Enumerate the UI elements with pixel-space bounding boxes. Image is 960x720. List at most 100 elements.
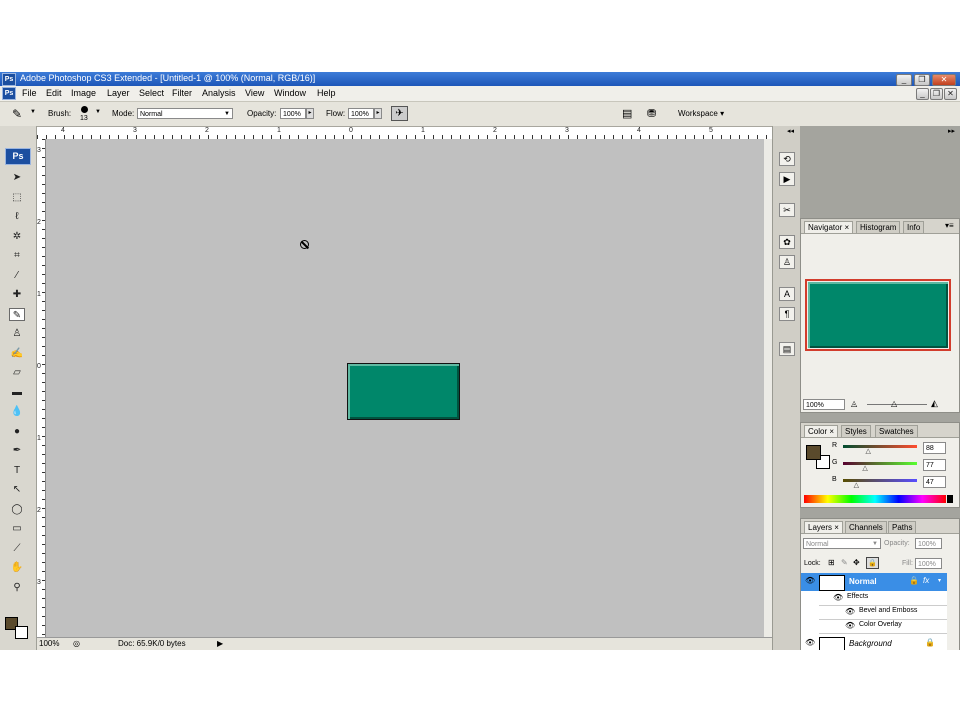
overlay-eye-icon[interactable]: 👁 (845, 621, 855, 630)
menu-select[interactable]: Select (139, 88, 164, 98)
menu-layer[interactable]: Layer (107, 88, 130, 98)
close-button[interactable]: ✕ (932, 74, 956, 86)
background-eye-icon[interactable]: 👁 (805, 638, 815, 647)
menu-image[interactable]: Image (71, 88, 96, 98)
bevel-emboss-row[interactable]: 👁 Bevel and Emboss (819, 605, 947, 620)
shape-tool-icon[interactable]: ◯ (9, 503, 25, 516)
green-rectangle-shape[interactable] (347, 363, 460, 420)
type-tool-icon[interactable]: T (9, 464, 25, 477)
opacity-field[interactable]: 100% (280, 108, 306, 119)
tab-info[interactable]: Info (903, 221, 925, 233)
status-menu-arrow-icon[interactable]: ▶ (217, 639, 223, 648)
healing-brush-tool-icon[interactable]: ✚ (9, 288, 25, 301)
zoom-level[interactable]: 100% (39, 639, 59, 648)
zoom-in-icon[interactable]: ◭ (931, 398, 938, 409)
airbrush-toggle-icon[interactable]: ✈ (391, 106, 408, 121)
b-value-field[interactable]: 47 (923, 476, 946, 488)
effects-eye-icon[interactable]: 👁 (833, 593, 843, 602)
layer-name[interactable]: Normal (849, 577, 877, 586)
layer-opacity-field[interactable]: 100% (915, 538, 942, 549)
document-icon[interactable]: Ps (2, 87, 16, 100)
menu-view[interactable]: View (245, 88, 264, 98)
ruler-vertical[interactable]: 3 2 1 0 1 2 3 (37, 139, 46, 637)
maximize-button[interactable]: ❐ (914, 74, 930, 86)
effects-row[interactable]: 👁 Effects (819, 591, 947, 606)
flow-slider-button[interactable]: ▸ (374, 108, 382, 119)
lock-all-icon[interactable]: 🔒 (866, 557, 879, 569)
b-slider-handle[interactable]: △ (854, 481, 859, 489)
clone-stamp-tool-icon[interactable]: ♙ (9, 327, 25, 340)
gradient-tool-icon[interactable]: ▬ (9, 386, 25, 399)
crop-tool-icon[interactable]: ⌗ (9, 249, 25, 262)
fx-icon[interactable]: fx (923, 576, 929, 585)
visibility-eye-icon[interactable]: 👁 (805, 576, 815, 585)
menu-analysis[interactable]: Analysis (202, 88, 236, 98)
color-fg-swatch[interactable] (806, 445, 821, 460)
menu-help[interactable]: Help (317, 88, 336, 98)
r-slider-track[interactable] (843, 445, 917, 448)
tab-navigator[interactable]: Navigator × (804, 221, 854, 233)
color-spectrum-bar[interactable] (804, 495, 946, 503)
layer-row-background[interactable]: 👁 Background 🔒 (801, 635, 947, 650)
lock-position-icon[interactable]: ✥ (853, 558, 860, 567)
collapse-panels-icon[interactable]: ▸▸ (948, 127, 955, 135)
brush-preset-icon[interactable]: ✎ (12, 107, 22, 121)
lock-transparency-icon[interactable]: ⊞ (828, 558, 835, 567)
tab-histogram[interactable]: Histogram (856, 221, 901, 233)
navigator-zoom-field[interactable]: 100% (803, 399, 845, 410)
notes-tool-icon[interactable]: ▭ (9, 522, 25, 535)
actions-panel-icon[interactable]: ▶ (779, 172, 795, 186)
lasso-tool-icon[interactable]: ℓ (9, 210, 25, 223)
paragraph-panel-icon[interactable]: ¶ (779, 307, 795, 321)
tab-layers[interactable]: Layers × (804, 521, 843, 533)
status-icon[interactable]: ◎ (73, 639, 80, 648)
move-tool-icon[interactable]: ➤ (9, 171, 25, 184)
dodge-tool-icon[interactable]: ● (9, 425, 25, 438)
tab-paths[interactable]: Paths (888, 521, 917, 533)
pen-tool-icon[interactable]: ✒ (9, 444, 25, 457)
ps-toolbox-logo[interactable]: Ps (5, 148, 31, 165)
tool-presets-panel-icon[interactable]: ✂ (779, 203, 795, 217)
tab-swatches[interactable]: Swatches (875, 425, 918, 437)
background-color-swatch[interactable] (15, 626, 28, 639)
menu-edit[interactable]: Edit (46, 88, 62, 98)
vertical-scrollbar[interactable] (764, 139, 772, 637)
menu-file[interactable]: File (22, 88, 37, 98)
clone-source-panel-icon[interactable]: ♙ (779, 255, 795, 269)
history-brush-tool-icon[interactable]: ✍ (9, 347, 25, 360)
panel-menu-icon[interactable]: ▾≡ (945, 221, 954, 230)
color-overlay-row[interactable]: 👁 Color Overlay (819, 619, 947, 634)
eyedropper-tool-icon[interactable]: ⟋ (9, 542, 25, 555)
tool-presets-icon[interactable]: ▤ (622, 107, 632, 120)
brush-tool-icon[interactable]: ✎ (9, 307, 25, 321)
hand-tool-icon[interactable]: ✋ (9, 561, 25, 574)
g-value-field[interactable]: 77 (923, 459, 946, 471)
zoom-slider-handle[interactable]: △ (891, 399, 897, 408)
background-layer-name[interactable]: Background (849, 639, 892, 648)
r-value-field[interactable]: 88 (923, 442, 946, 454)
expand-effects-icon[interactable]: ▾ (938, 577, 941, 584)
zoom-out-icon[interactable]: ◬ (851, 399, 857, 408)
bevel-eye-icon[interactable]: 👁 (845, 607, 855, 616)
r-slider-handle[interactable]: △ (866, 447, 871, 455)
marquee-tool-icon[interactable]: ⬚ (9, 191, 25, 204)
lock-pixels-icon[interactable]: ✎ (841, 558, 848, 567)
brush-tip-icon[interactable] (81, 106, 88, 113)
navigator-view-box[interactable] (805, 279, 951, 351)
doc-restore-button[interactable]: ❐ (930, 88, 943, 100)
doc-close-button[interactable]: ✕ (944, 88, 957, 100)
mode-select[interactable]: Normal ▼ (137, 108, 233, 119)
workspace-button[interactable]: Workspace ▾ (678, 109, 724, 118)
blur-tool-icon[interactable]: 💧 (9, 405, 25, 418)
tab-channels[interactable]: Channels (845, 521, 887, 533)
opacity-slider-button[interactable]: ▸ (306, 108, 314, 119)
minimize-button[interactable]: _ (896, 74, 912, 86)
zoom-tool-icon[interactable]: ⚲ (9, 581, 25, 594)
tab-color[interactable]: Color × (804, 425, 839, 437)
blend-mode-select[interactable]: Normal ▼ (803, 538, 881, 549)
menu-window[interactable]: Window (274, 88, 306, 98)
document-canvas[interactable] (46, 139, 764, 637)
magic-wand-tool-icon[interactable]: ✲ (9, 230, 25, 243)
layer-comps-panel-icon[interactable]: ▤ (779, 342, 795, 356)
layer-row-normal[interactable]: 👁 Normal 🔒 fx ▾ (801, 573, 947, 591)
